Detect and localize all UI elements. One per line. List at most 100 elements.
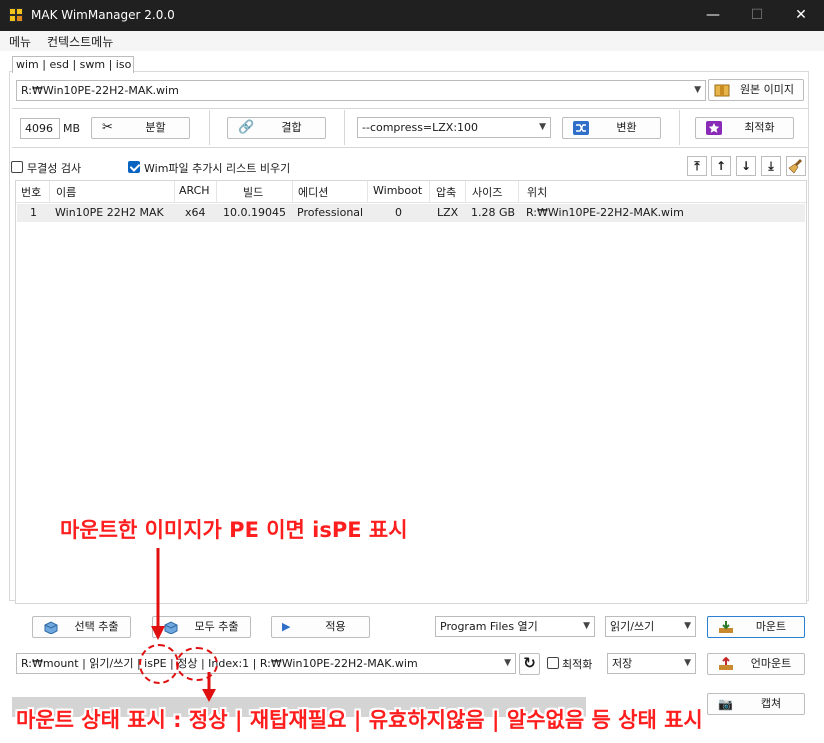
- close-button[interactable]: ✕: [778, 0, 824, 31]
- chevron-down-icon: ▼: [694, 85, 701, 95]
- divider: [209, 110, 210, 145]
- cell-name: Win10PE 22H2 MAK: [55, 206, 164, 219]
- box-extract-all-icon: [164, 621, 178, 634]
- convert-button[interactable]: 변환: [562, 117, 661, 139]
- annotation-ispe: 마운트한 이미지가 PE 이면 isPE 표시: [60, 518, 408, 542]
- mount-mode-combo[interactable]: 읽기/쓰기 ▼: [605, 616, 696, 637]
- camera-icon: 📷: [718, 697, 733, 711]
- compress-option-combo[interactable]: --compress=LZX:100 ▼: [357, 117, 551, 138]
- column-divider[interactable]: [465, 181, 466, 203]
- mount-optimize-label: 최적화: [562, 658, 593, 671]
- mount-status-combo[interactable]: R:₩mount | 읽기/쓰기 | isPE | 정상 | Index:1 |…: [16, 653, 516, 674]
- move-up-button[interactable]: ↑: [711, 156, 731, 176]
- cell-compression: LZX: [437, 206, 459, 219]
- col-header-compression[interactable]: 압축: [436, 184, 456, 200]
- star-icon: [706, 121, 722, 135]
- box-extract-icon: [44, 621, 58, 634]
- save-mode-text: 저장: [612, 657, 633, 670]
- convert-label: 변환: [616, 121, 637, 134]
- column-divider[interactable]: [518, 181, 519, 203]
- highlight-status: [176, 647, 218, 681]
- cell-location: R:₩Win10PE-22H2-MAK.wim: [526, 206, 684, 219]
- chevron-down-icon: ▼: [583, 621, 590, 631]
- mount-optimize-checkbox[interactable]: [547, 657, 559, 669]
- menu-bar: 메뉴 컨텍스트메뉴: [0, 31, 824, 51]
- chevron-down-icon: ▼: [539, 122, 546, 132]
- mount-mode-text: 읽기/쓰기: [610, 620, 655, 633]
- capture-label: 캡쳐: [760, 697, 782, 710]
- broom-icon: [788, 159, 802, 174]
- source-path-combo[interactable]: R:₩Win10PE-22H2-MAK.wim ▼: [16, 80, 706, 101]
- title-bar: MAK WimManager 2.0.0 — ☐ ✕: [0, 0, 824, 31]
- mount-status-text: R:₩mount | 읽기/쓰기 | isPE | 정상 | Index:1 |…: [21, 657, 418, 670]
- integrity-check-checkbox[interactable]: [11, 161, 23, 173]
- chevron-down-icon: ▼: [684, 658, 691, 668]
- arrow-bottom-icon: ⤓: [768, 159, 774, 173]
- shuffle-icon: [573, 121, 589, 135]
- column-divider[interactable]: [429, 181, 430, 203]
- col-header-edition[interactable]: 에디션: [298, 184, 328, 200]
- unmount-button[interactable]: 언마운트: [707, 653, 805, 675]
- split-button[interactable]: ✂ 분할: [91, 117, 190, 139]
- move-top-button[interactable]: ⤒: [687, 156, 707, 176]
- chevron-down-icon: ▼: [684, 621, 691, 631]
- unmount-label: 언마운트: [750, 657, 792, 670]
- source-image-label: 원본 이미지: [739, 83, 795, 96]
- column-divider[interactable]: [367, 181, 368, 203]
- capture-button[interactable]: 📷 캡쳐: [707, 693, 805, 715]
- refresh-icon: ↻: [523, 654, 536, 672]
- refresh-button[interactable]: ↻: [519, 653, 540, 675]
- clear-list-checkbox[interactable]: [128, 161, 140, 173]
- col-header-index[interactable]: 번호: [21, 184, 41, 200]
- apply-label: 적용: [325, 620, 346, 633]
- tab-image-types[interactable]: wim | esd | swm | iso: [12, 56, 134, 73]
- scissors-icon: ✂: [102, 120, 113, 135]
- minimize-button[interactable]: —: [690, 0, 736, 31]
- source-image-button[interactable]: 원본 이미지: [708, 79, 804, 101]
- extract-all-label: 모두 추출: [194, 620, 239, 633]
- col-header-build[interactable]: 빌드: [243, 184, 263, 200]
- table-row[interactable]: 1 Win10PE 22H2 MAK x64 10.0.19045 Profes…: [17, 204, 805, 222]
- split-label: 분할: [145, 121, 166, 134]
- col-header-location[interactable]: 위치: [527, 184, 547, 200]
- column-divider[interactable]: [216, 181, 217, 203]
- column-divider[interactable]: [174, 181, 175, 203]
- merge-button[interactable]: 🔗 결합: [227, 117, 326, 139]
- clear-list-button[interactable]: [786, 156, 806, 176]
- col-header-wimboot[interactable]: Wimboot: [373, 184, 422, 197]
- col-header-name[interactable]: 이름: [56, 184, 76, 200]
- column-divider[interactable]: [292, 181, 293, 203]
- open-folder-combo[interactable]: Program Files 열기 ▼: [435, 616, 595, 637]
- save-mode-combo[interactable]: 저장 ▼: [607, 653, 696, 674]
- move-down-button[interactable]: ↓: [736, 156, 756, 176]
- app-icon: [9, 8, 23, 22]
- chevron-down-icon: ▼: [504, 658, 511, 668]
- col-header-size[interactable]: 사이즈: [472, 184, 502, 200]
- annotation-status: 마운트 상태 표시 : 정상 | 재탑재필요 | 유효하지않음 | 알수없음 등…: [16, 708, 703, 732]
- box-icon: [714, 84, 730, 97]
- integrity-check-label: 무결성 검사: [27, 162, 82, 175]
- menu-context[interactable]: 컨텍스트메뉴: [47, 33, 113, 50]
- split-size-input[interactable]: 4096: [20, 118, 60, 139]
- divider: [12, 108, 808, 109]
- compress-option-text: --compress=LZX:100: [362, 121, 479, 134]
- arrow-down-icon: ↓: [740, 159, 752, 173]
- menu-main[interactable]: 메뉴: [9, 33, 31, 50]
- mount-button[interactable]: 마운트: [707, 616, 805, 638]
- move-bottom-button[interactable]: ⤓: [761, 156, 781, 176]
- optimize-button[interactable]: 최적화: [695, 117, 794, 139]
- extract-selected-button[interactable]: 선택 추출: [32, 616, 131, 638]
- extract-all-button[interactable]: 모두 추출: [152, 616, 251, 638]
- column-divider[interactable]: [49, 181, 50, 203]
- split-unit-label: MB: [63, 122, 81, 135]
- maximize-button[interactable]: ☐: [734, 0, 780, 31]
- merge-label: 결합: [281, 121, 302, 134]
- highlight-ispe: [139, 644, 179, 684]
- arrow-up-icon: ↑: [715, 159, 727, 173]
- divider: [12, 147, 808, 148]
- apply-button[interactable]: ▶ 적용: [271, 616, 370, 638]
- cell-edition: Professional: [297, 206, 364, 219]
- col-header-arch[interactable]: ARCH: [179, 184, 210, 197]
- link-icon: 🔗: [238, 120, 255, 135]
- list-header: 번호 이름 ARCH 빌드 에디션 Wimboot 압축 사이즈 위치: [16, 181, 806, 203]
